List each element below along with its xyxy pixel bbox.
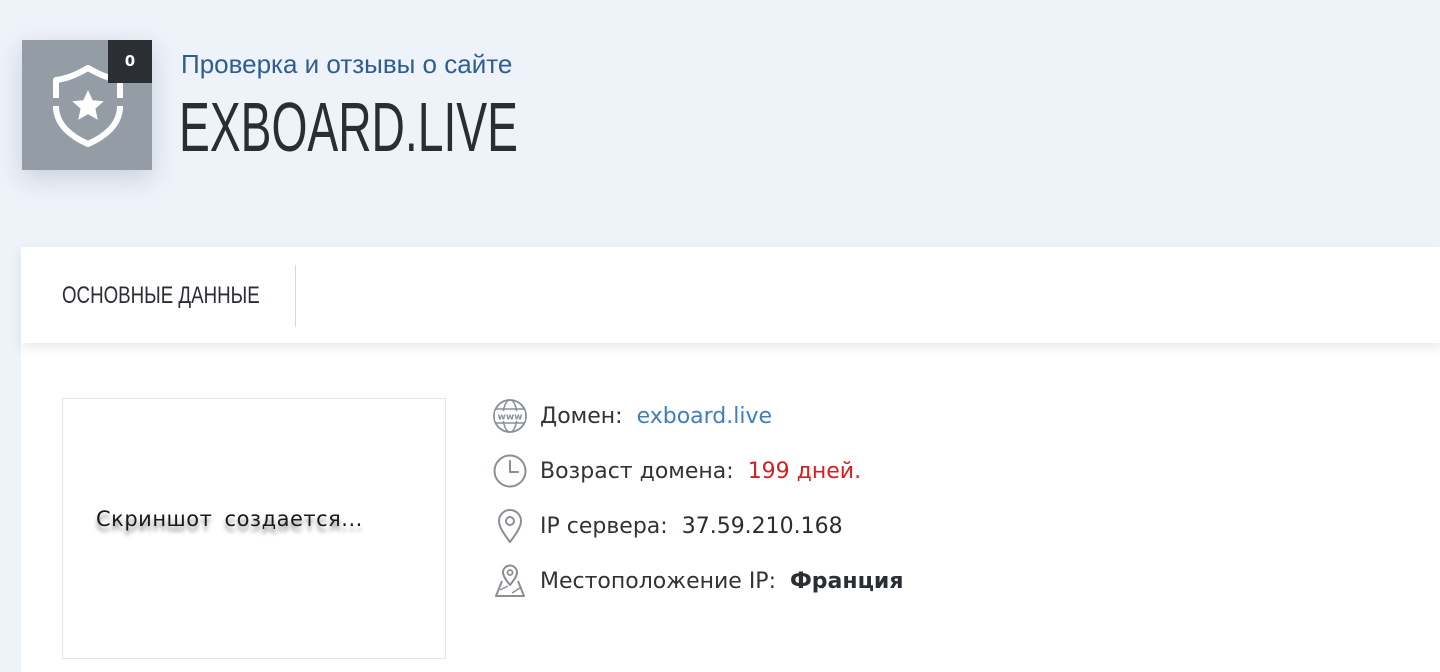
page-subtitle: Проверка и отзывы о сайте <box>181 49 513 79</box>
trust-badge: 0 <box>22 40 152 170</box>
review-count-badge: 0 <box>108 40 152 83</box>
ip-location-label: Местоположение IP: <box>540 569 776 594</box>
clock-icon <box>493 454 527 488</box>
domain-age-value: 199 дней. <box>747 459 862 484</box>
site-screenshot-placeholder: Скриншот создается... <box>62 398 446 659</box>
page-title: EXBOARD.LIVE <box>179 88 518 166</box>
info-row-domain-age: Возраст домена: 199 дней. <box>492 453 903 508</box>
domain-label: Домен: <box>540 404 623 429</box>
svg-text:www: www <box>498 413 523 423</box>
map-pin-icon <box>495 564 525 597</box>
server-ip-label: IP сервера: <box>540 514 668 539</box>
screenshot-status-text: Скриншот создается... <box>96 507 363 531</box>
tab-bar: ОСНОВНЫЕ ДАННЫЕ <box>21 247 1440 343</box>
info-row-server-ip: IP сервера: 37.59.210.168 <box>492 508 903 563</box>
domain-link[interactable]: exboard.live <box>637 404 772 430</box>
info-row-domain: www Домен: exboard.live <box>492 398 903 453</box>
www-globe-icon: www <box>493 399 527 433</box>
server-ip-value: 37.59.210.168 <box>681 514 843 539</box>
domain-age-label: Возраст домена: <box>540 459 734 484</box>
location-pin-icon <box>498 509 522 543</box>
tab-main-data-label: ОСНОВНЫЕ ДАННЫЕ <box>62 282 260 309</box>
content-panel: Скриншот создается... www Домен: exboard… <box>21 343 1440 672</box>
ip-location-value: Франция <box>789 569 904 594</box>
site-info-list: www Домен: exboard.live Возраст домена: … <box>492 398 903 618</box>
tab-main-data[interactable]: ОСНОВНЫЕ ДАННЫЕ <box>21 265 296 327</box>
info-row-ip-location: Местоположение IP: Франция <box>492 563 903 618</box>
